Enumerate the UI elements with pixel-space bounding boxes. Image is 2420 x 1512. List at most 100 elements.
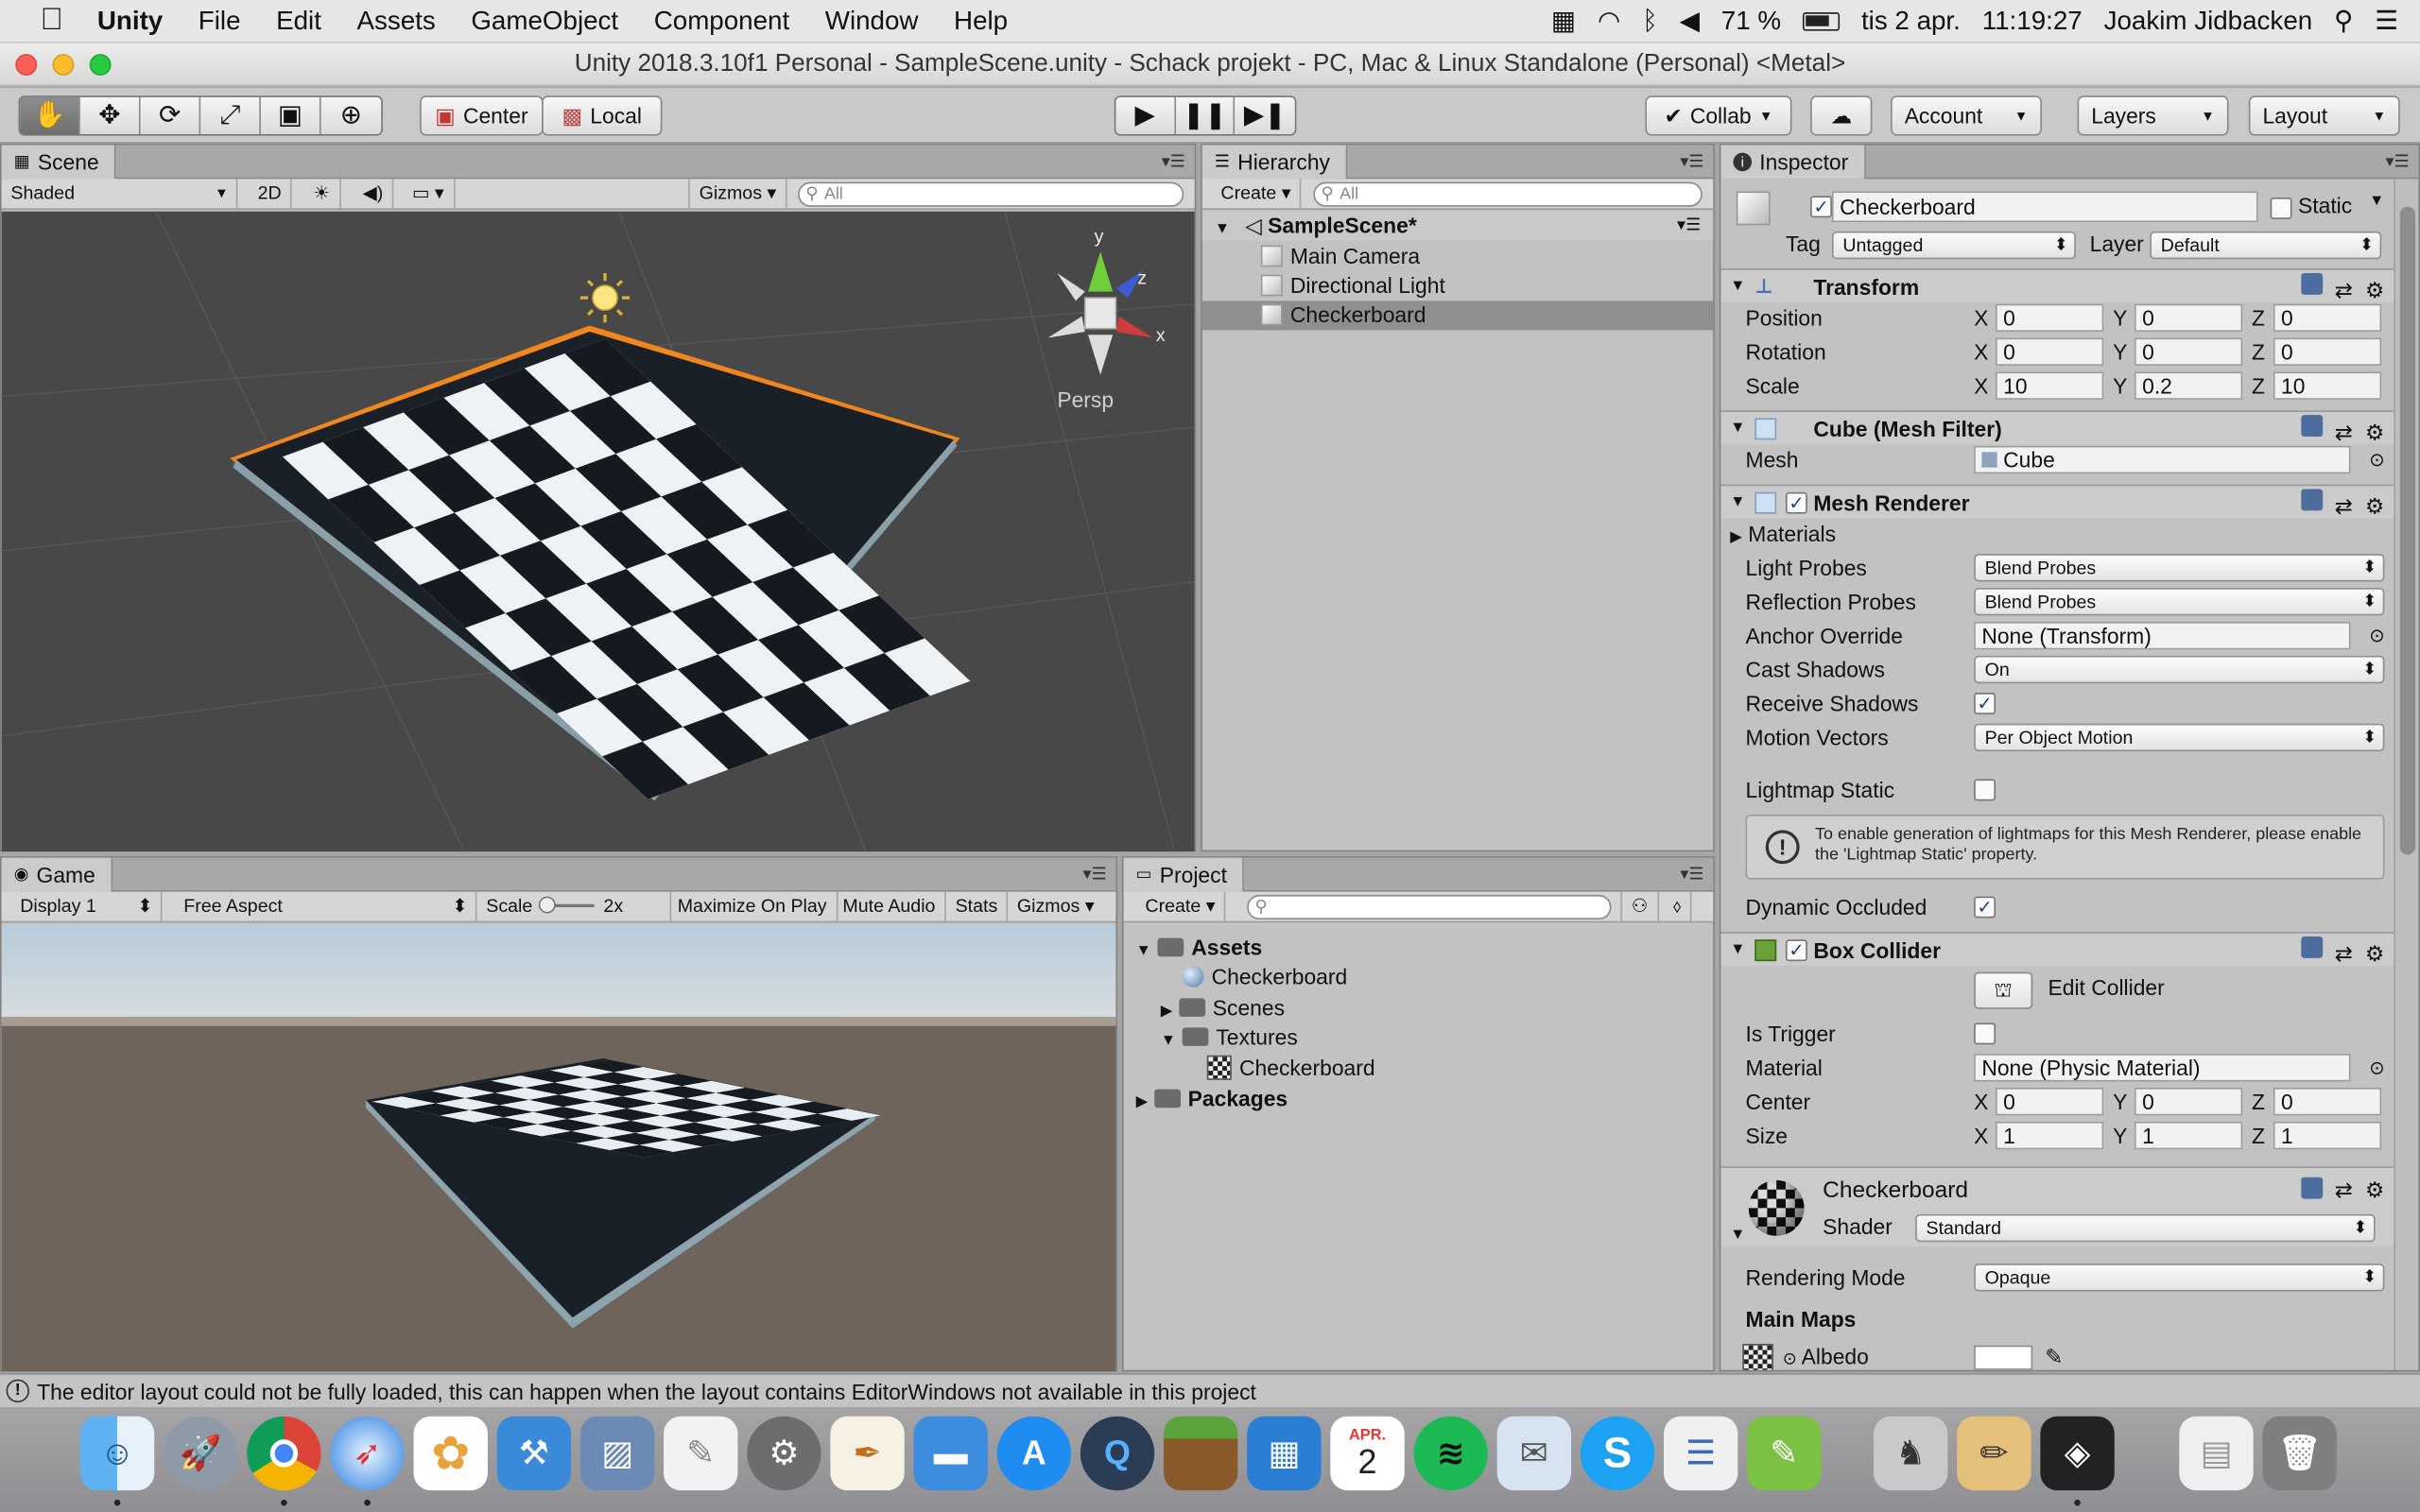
preset-icon[interactable]: ⇄: [2335, 936, 2353, 971]
hierarchy-search-input[interactable]: ⚲ All: [1313, 181, 1703, 207]
menu-gameobject[interactable]: GameObject: [471, 6, 618, 37]
minecraft-icon[interactable]: [1164, 1416, 1238, 1491]
launchpad-icon[interactable]: 🚀: [164, 1416, 238, 1491]
pivot-local-button[interactable]: ▩ Local: [542, 95, 663, 136]
receive-shadows-checkbox[interactable]: ✓: [1974, 693, 1996, 714]
position-y-field[interactable]: 0: [2134, 303, 2243, 333]
scene-viewport[interactable]: y z x Persp: [1, 211, 1195, 852]
menu-edit[interactable]: Edit: [276, 6, 321, 37]
textedit-icon[interactable]: ✎: [664, 1416, 738, 1491]
move-tool-icon[interactable]: ✥: [79, 96, 141, 135]
shader-dropdown[interactable]: Standard: [1915, 1213, 2376, 1243]
unity-dock-icon[interactable]: ◈: [2040, 1416, 2115, 1491]
material-header[interactable]: ▼ Checkerboard Shader Standard ⇄ ⚙: [1720, 1166, 2394, 1247]
bluetooth-icon[interactable]: ᛒ: [1642, 7, 1658, 38]
active-checkbox[interactable]: ✓: [1810, 196, 1832, 218]
size-y-field[interactable]: 1: [2134, 1121, 2243, 1150]
console-status-bar[interactable]: ! The editor layout could not be fully l…: [0, 1373, 2420, 1407]
pencil-app-icon[interactable]: ✏: [1957, 1416, 2031, 1491]
account-button[interactable]: Account ▼: [1890, 95, 2042, 136]
finder-icon[interactable]: ☺: [79, 1416, 155, 1491]
panel-menu-icon[interactable]: ▾☰: [2385, 151, 2409, 172]
scene-effects-icon[interactable]: ▭ ▾: [403, 179, 456, 209]
mesh-filter-component-header[interactable]: ▼ Cube (Mesh Filter) ⇄ ⚙: [1720, 410, 2394, 445]
project-item-assets[interactable]: ▼ Assets: [1124, 934, 1714, 963]
rendering-mode-dropdown[interactable]: Opaque: [1974, 1263, 2385, 1292]
scene-lighting-icon[interactable]: ☀: [304, 179, 341, 209]
collab-button[interactable]: ✔ Collab ▼: [1645, 95, 1792, 136]
project-search-input[interactable]: ⚲: [1247, 894, 1612, 920]
menu-window[interactable]: Window: [825, 6, 919, 37]
scale-slider[interactable]: Scale 2x: [476, 891, 672, 921]
project-item-textures[interactable]: ▼ Textures: [1124, 1022, 1714, 1052]
hierarchy-item-directional-light[interactable]: Directional Light: [1202, 271, 1713, 301]
center-z-field[interactable]: 0: [2273, 1088, 2382, 1116]
object-name-field[interactable]: Checkerboard: [1831, 191, 2258, 223]
safari-icon[interactable]: ➶: [330, 1416, 405, 1491]
mesh-field[interactable]: Cube: [1974, 445, 2351, 474]
hierarchy-item-main-camera[interactable]: Main Camera: [1202, 242, 1713, 271]
light-probes-dropdown[interactable]: Blend Probes: [1974, 554, 2385, 582]
pause-icon[interactable]: ❚❚: [1175, 96, 1236, 135]
scene-search-input[interactable]: ⚲ All: [798, 181, 1184, 207]
apple-icon[interactable]: : [40, 3, 62, 39]
cast-shadows-dropdown[interactable]: On: [1974, 655, 2385, 684]
hierarchy-create-dropdown[interactable]: Create ▾: [1212, 179, 1302, 209]
menu-help[interactable]: Help: [954, 6, 1008, 37]
albedo-color-swatch[interactable]: [1974, 1345, 2033, 1370]
physic-material-field[interactable]: None (Physic Material): [1974, 1054, 2351, 1082]
position-z-field[interactable]: 0: [2273, 303, 2382, 333]
notes-app-icon[interactable]: ☰: [1663, 1416, 1738, 1491]
battery-icon[interactable]: [1802, 12, 1841, 31]
aspect-dropdown[interactable]: Free Aspect ⬍: [174, 891, 477, 921]
close-window-button[interactable]: [15, 54, 38, 76]
cloud-button[interactable]: ☁: [1810, 95, 1873, 136]
maximize-on-play-toggle[interactable]: Maximize On Play: [668, 891, 838, 921]
battery-percent[interactable]: 71 %: [1721, 7, 1781, 38]
rotation-x-field[interactable]: 0: [1996, 337, 2104, 366]
materials-row[interactable]: ▶ Materials: [1730, 519, 2381, 550]
tag-dropdown[interactable]: Untagged: [1831, 231, 2076, 260]
panel-menu-icon[interactable]: ▾☰: [1680, 864, 1703, 885]
scale-z-field[interactable]: 10: [2273, 371, 2382, 400]
help-book-icon[interactable]: [2300, 415, 2323, 438]
tab-scene[interactable]: ▦ Scene: [1, 145, 116, 180]
anchor-override-field[interactable]: None (Transform): [1974, 621, 2351, 650]
calendar-icon[interactable]: APR. 2: [1330, 1416, 1405, 1491]
help-book-icon[interactable]: [2300, 272, 2323, 295]
lego-icon[interactable]: ▦: [1247, 1416, 1322, 1491]
size-x-field[interactable]: 1: [1996, 1121, 2104, 1150]
help-book-icon[interactable]: [2300, 936, 2323, 958]
project-item-checkerboard-texture[interactable]: Checkerboard: [1124, 1054, 1714, 1083]
component-settings-gear-icon[interactable]: ⚙: [2365, 936, 2385, 971]
xcode-icon[interactable]: ⚒: [496, 1416, 572, 1491]
size-z-field[interactable]: 1: [2273, 1121, 2382, 1150]
scale-x-field[interactable]: 10: [1996, 371, 2104, 400]
volume-icon[interactable]: ◀: [1680, 7, 1700, 38]
box-collider-enabled-checkbox[interactable]: ✓: [1785, 939, 1807, 962]
mesh-renderer-component-header[interactable]: ▼ ✓ Mesh Renderer ⇄ ⚙: [1720, 484, 2394, 519]
center-y-field[interactable]: 0: [2134, 1088, 2243, 1116]
preset-icon[interactable]: ⇄: [2335, 1177, 2353, 1204]
android-file-icon[interactable]: ✎: [1747, 1416, 1822, 1491]
minimize-window-button[interactable]: [52, 54, 75, 76]
step-icon[interactable]: ▶❚: [1235, 96, 1295, 135]
zoom-window-button[interactable]: [89, 54, 112, 76]
2d-toggle[interactable]: 2D: [249, 179, 293, 209]
filter-label-icon[interactable]: ⬨: [1664, 891, 1693, 921]
layers-dropdown[interactable]: Layers ▼: [2077, 95, 2229, 136]
wifi-icon[interactable]: ◠: [1598, 7, 1620, 38]
rotation-z-field[interactable]: 0: [2273, 337, 2382, 366]
project-item-scenes[interactable]: ▶ Scenes: [1124, 993, 1714, 1022]
spotify-icon[interactable]: ≋: [1413, 1416, 1488, 1491]
projection-label[interactable]: Persp: [1057, 387, 1114, 412]
stats-toggle[interactable]: Stats: [946, 891, 1009, 921]
mail-stamp-icon[interactable]: ✉: [1496, 1416, 1572, 1491]
scale-y-field[interactable]: 0.2: [2134, 371, 2243, 400]
notification-center-icon[interactable]: ☰: [2375, 7, 2398, 38]
menu-component[interactable]: Component: [654, 6, 789, 37]
game-viewport[interactable]: [1, 923, 1116, 1372]
menu-app-unity[interactable]: Unity: [97, 6, 163, 37]
chrome-icon[interactable]: [247, 1416, 321, 1491]
object-picker-icon[interactable]: ⊙: [2369, 1052, 2384, 1083]
